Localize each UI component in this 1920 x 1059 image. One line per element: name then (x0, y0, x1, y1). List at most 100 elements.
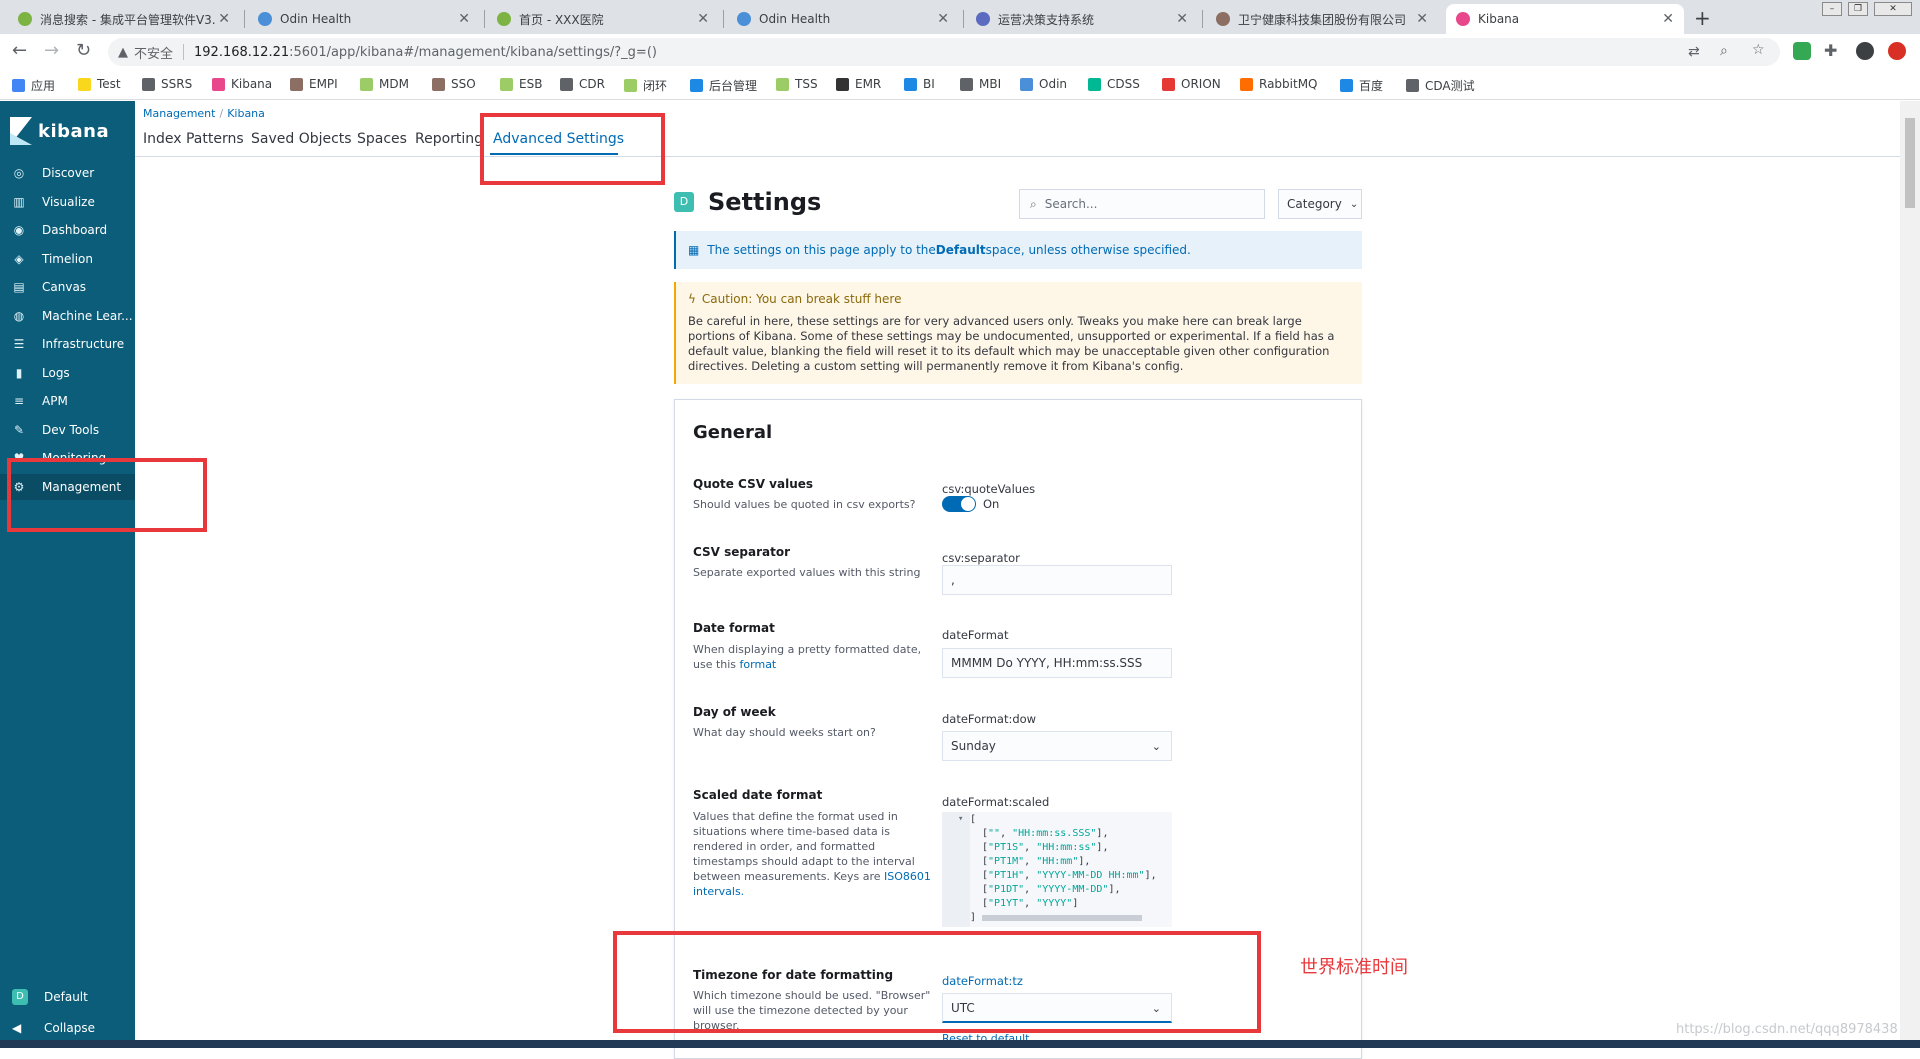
bookmark-star-icon[interactable]: ☆ (1752, 42, 1765, 58)
browser-tab[interactable]: Odin Health ✕ (727, 4, 959, 34)
tab-separator (963, 10, 964, 28)
tab-close-icon[interactable]: ✕ (697, 11, 709, 27)
bookmark-item[interactable]: 后台管理 (690, 77, 757, 94)
bookmark-item[interactable]: SSO (432, 77, 476, 91)
restore-button[interactable]: ❐ (1848, 2, 1868, 16)
nav-item-dashboard[interactable]: ◉ Dashboard (0, 217, 135, 243)
bookmark-item[interactable]: RabbitMQ (1240, 77, 1318, 91)
bookmark-item[interactable]: MDM (360, 77, 409, 91)
settings-search-input[interactable]: ⌕ Search... (1019, 189, 1265, 219)
reload-icon[interactable]: ↻ (76, 42, 91, 60)
day-of-week-select[interactable]: Sunday ⌄ (942, 731, 1172, 761)
tab-title: Kibana (1478, 12, 1520, 26)
close-window-button[interactable]: ✕ (1874, 2, 1912, 16)
date-format-link[interactable]: format (740, 658, 777, 671)
nav-item-infrastructure[interactable]: ☰ Infrastructure (0, 331, 135, 357)
nav-item-dev-tools[interactable]: ✎ Dev Tools (0, 417, 135, 443)
bookmark-item[interactable]: BI (904, 77, 935, 91)
date-format-desc-text: When displaying a pretty formatted date,… (693, 643, 922, 671)
browser-tab[interactable]: 首页 - XXX医院 ✕ (487, 4, 719, 34)
csv-separator-input[interactable]: , (942, 565, 1172, 595)
tab-index-patterns[interactable]: Index Patterns (143, 131, 244, 147)
profile-avatar-icon[interactable] (1856, 42, 1874, 60)
space-selector[interactable]: D Default (12, 989, 88, 1005)
browser-tab[interactable]: 消息搜索 - 集成平台管理软件V3. ✕ (8, 4, 240, 34)
quote-csv-state: On (983, 497, 1000, 511)
bookmark-item[interactable]: 闭环 (624, 77, 667, 94)
bookmark-item[interactable]: MBI (960, 77, 1001, 91)
fold-marker-icon[interactable]: ▾ (958, 814, 963, 824)
os-taskbar (0, 1040, 1920, 1048)
browser-tab[interactable]: Odin Health ✕ (248, 4, 480, 34)
bookmark-item[interactable]: 应用 (12, 77, 55, 94)
category-filter-button[interactable]: Category ⌄ (1278, 189, 1362, 219)
code-horizontal-scrollbar[interactable] (982, 915, 1142, 921)
bookmark-item[interactable]: SSRS (142, 77, 192, 91)
browser-tab[interactable]: 卫宁健康科技集团股份有限公司 ✕ (1206, 4, 1438, 34)
back-icon[interactable]: ← (12, 42, 27, 60)
bookmark-item[interactable]: EMPI (290, 77, 338, 91)
zoom-icon[interactable]: ⌕ (1720, 43, 1728, 59)
tab-close-icon[interactable]: ✕ (218, 11, 230, 27)
bookmark-item[interactable]: Test (78, 77, 121, 91)
page-scrollbar[interactable] (1900, 101, 1920, 1041)
bookmark-item[interactable]: ESB (500, 77, 542, 91)
address-bar[interactable]: ▲ 不安全 192.168.12.21 :5601/app/kibana#/ma… (108, 38, 1780, 66)
extension-green-icon[interactable] (1793, 42, 1811, 60)
translate-icon[interactable]: ⇄ (1688, 44, 1700, 60)
code-line: ["PT1M", "HH:mm"], (982, 856, 1091, 867)
date-format-input[interactable]: MMMM Do YYYY, HH:mm:ss.SSS (942, 648, 1172, 678)
collapse-icon: ◀ (12, 1021, 22, 1035)
bookmark-label: CDA测试 (1425, 79, 1475, 93)
bookmark-label: Odin (1039, 77, 1068, 91)
tab-close-icon[interactable]: ✕ (458, 11, 470, 27)
bookmark-item[interactable]: CDSS (1088, 77, 1140, 91)
nav-item-machine-lear[interactable]: ◍ Machine Lear... (0, 303, 135, 329)
tab-reporting[interactable]: Reporting (415, 131, 483, 147)
bookmark-label: ORION (1181, 77, 1221, 91)
minimize-button[interactable]: – (1822, 2, 1842, 16)
extensions-puzzle-icon[interactable]: ✚ (1824, 42, 1837, 60)
bookmark-item[interactable]: EMR (836, 77, 881, 91)
new-tab-button[interactable]: + (1694, 6, 1711, 30)
caution-body: Be careful in here, these settings are f… (688, 314, 1335, 373)
code-line: ["PT1S", "HH:mm:ss"], (982, 842, 1109, 853)
tab-saved-objects[interactable]: Saved Objects (251, 131, 352, 147)
bookmark-item[interactable]: Kibana (212, 77, 272, 91)
nav-item-label: Dev Tools (42, 422, 100, 437)
nav-item-apm[interactable]: ≡ APM (0, 388, 135, 414)
bookmark-item[interactable]: CDA测试 (1406, 77, 1475, 94)
nav-item-label: APM (42, 394, 68, 408)
bookmark-item[interactable]: CDR (560, 77, 605, 91)
tab-close-icon[interactable]: ✕ (1662, 11, 1674, 27)
nav-item-logs[interactable]: ▮ Logs (0, 360, 135, 386)
tab-close-icon[interactable]: ✕ (937, 11, 949, 27)
bookmark-item[interactable]: Odin (1020, 77, 1067, 91)
breadcrumb-kibana[interactable]: Kibana (227, 107, 265, 120)
bookmark-item[interactable]: ORION (1162, 77, 1221, 91)
kibana-logo[interactable]: kibana (10, 117, 109, 145)
browser-tab[interactable]: 运营决策支持系统 ✕ (966, 4, 1198, 34)
info-text-suffix: space, unless otherwise specified. (985, 243, 1191, 257)
bookmark-label: TSS (795, 77, 818, 91)
nav-item-canvas[interactable]: ▤ Canvas (0, 274, 135, 300)
update-icon[interactable] (1888, 42, 1906, 60)
code-line: ["PT1H", "YYYY-MM-DD HH:mm"], (982, 870, 1157, 881)
tab-close-icon[interactable]: ✕ (1176, 11, 1188, 27)
browser-tab[interactable]: Kibana ✕ (1446, 4, 1684, 34)
forward-icon[interactable]: → (44, 42, 59, 60)
quote-csv-toggle[interactable] (942, 496, 976, 512)
collapse-button[interactable]: ◀ Collapse (12, 1021, 95, 1035)
tab-close-icon[interactable]: ✕ (1416, 11, 1428, 27)
nav-item-discover[interactable]: ◎ Discover (0, 160, 135, 186)
breadcrumb-management[interactable]: Management (143, 107, 215, 120)
tab-title: 运营决策支持系统 (998, 12, 1095, 27)
ml-icon: ◍ (13, 308, 25, 323)
tab-spaces[interactable]: Spaces (357, 131, 407, 147)
bookmark-item[interactable]: TSS (776, 77, 818, 91)
bookmark-item[interactable]: 百度 (1340, 77, 1383, 94)
scrollbar-thumb[interactable] (1905, 118, 1915, 208)
nav-item-visualize[interactable]: ▥ Visualize (0, 189, 135, 215)
nav-item-timelion[interactable]: ◈ Timelion (0, 246, 135, 272)
scaled-date-code-editor[interactable]: ▾ [ ["", "HH:mm:ss.SSS"], ["PT1S", "HH:mm… (942, 812, 1172, 927)
